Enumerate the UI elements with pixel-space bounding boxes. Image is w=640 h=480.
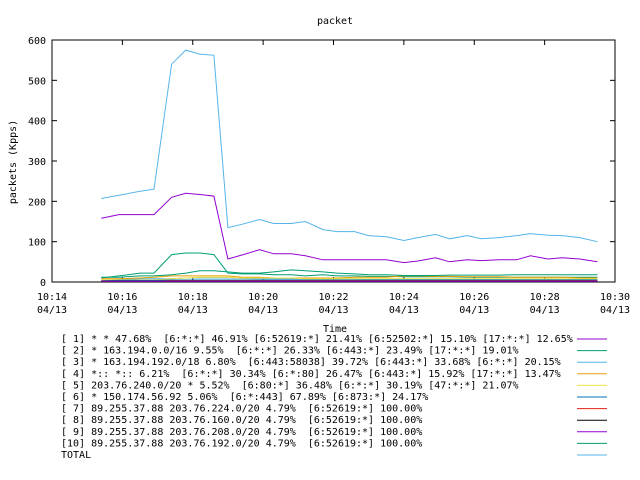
legend-label-1: [ 1] * * 47.68% [6:*:*] 46.91% [6:52619:…	[61, 334, 573, 345]
x-tick-label-date: 04/13	[178, 305, 208, 316]
packet-chart: packet packets (Kpps) Time 0100200300400…	[8, 16, 630, 461]
x-tick-label-date: 04/13	[37, 305, 67, 316]
x-tick-label-time: 10:24	[389, 292, 419, 303]
legend-label-10: [10] 89.255.37.88 203.76.192.0/20 4.79% …	[61, 438, 422, 449]
x-tick-label-time: 10:16	[107, 292, 137, 303]
x-tick-label-date: 04/13	[600, 305, 630, 316]
x-tick-label-date: 04/13	[318, 305, 348, 316]
legend-label-8: [ 8] 89.255.37.88 203.76.160.0/20 4.79% …	[61, 415, 422, 426]
plot-frame	[51, 39, 616, 283]
y-tick-label: 200	[28, 197, 46, 208]
legend-label-4: [ 4] *:: *:: 6.21% [6:*:*] 30.34% [6:*:8…	[61, 369, 561, 380]
x-tick-label-time: 10:20	[248, 292, 278, 303]
x-tick-label-time: 10:14	[37, 292, 67, 303]
x-tick-label-time: 10:28	[530, 292, 560, 303]
x-tick-label-time: 10:22	[318, 292, 348, 303]
chart-title: packet	[317, 16, 353, 27]
x-tick-label-date: 04/13	[389, 305, 419, 316]
x-tick-label-time: 10:18	[178, 292, 208, 303]
y-tick-label: 600	[28, 36, 46, 47]
legend-label-6: [ 6] * 150.174.56.92 5.06% [6:*:443] 67.…	[61, 392, 428, 403]
series-line-11	[101, 49, 598, 243]
x-tick-label-date: 04/13	[530, 305, 560, 316]
y-tick-label: 300	[28, 157, 46, 168]
y-tick-label: 0	[40, 278, 46, 289]
legend-label-5: [ 5] 203.76.240.0/20 * 5.52% [6:80:*] 36…	[61, 380, 519, 391]
y-tick-label: 500	[28, 76, 46, 87]
legend-label-2: [ 2] * 163.194.0.0/16 9.55% [6:*:*] 26.3…	[61, 346, 519, 357]
x-tick-label-date: 04/13	[248, 305, 278, 316]
series-line-1	[101, 192, 598, 264]
legend: [ 1] * * 47.68% [6:*:*] 46.91% [6:52619:…	[61, 334, 607, 461]
x-tick-label-date: 04/13	[107, 305, 137, 316]
x-tick-label-time: 10:26	[459, 292, 489, 303]
y-axis-label: packets (Kpps)	[8, 120, 19, 204]
legend-label-3: [ 3] * 163.194.192.0/18 6.80% [6:443:580…	[61, 357, 561, 368]
plot-area: 0 100 200 300 400 500 600 10:14 04/13 10:16 04/13 1…	[28, 36, 630, 316]
legend-label-7: [ 7] 89.255.37.88 203.76.224.0/20 4.79% …	[61, 404, 422, 415]
x-tick-label-time: 10:30	[600, 292, 630, 303]
legend-label-9: [ 9] 89.255.37.88 203.76.208.0/20 4.79% …	[61, 427, 422, 438]
legend-label-11: TOTAL	[61, 450, 91, 461]
y-tick-label: 400	[28, 117, 46, 128]
y-tick-label: 100	[28, 238, 46, 249]
x-tick-label-date: 04/13	[459, 305, 489, 316]
